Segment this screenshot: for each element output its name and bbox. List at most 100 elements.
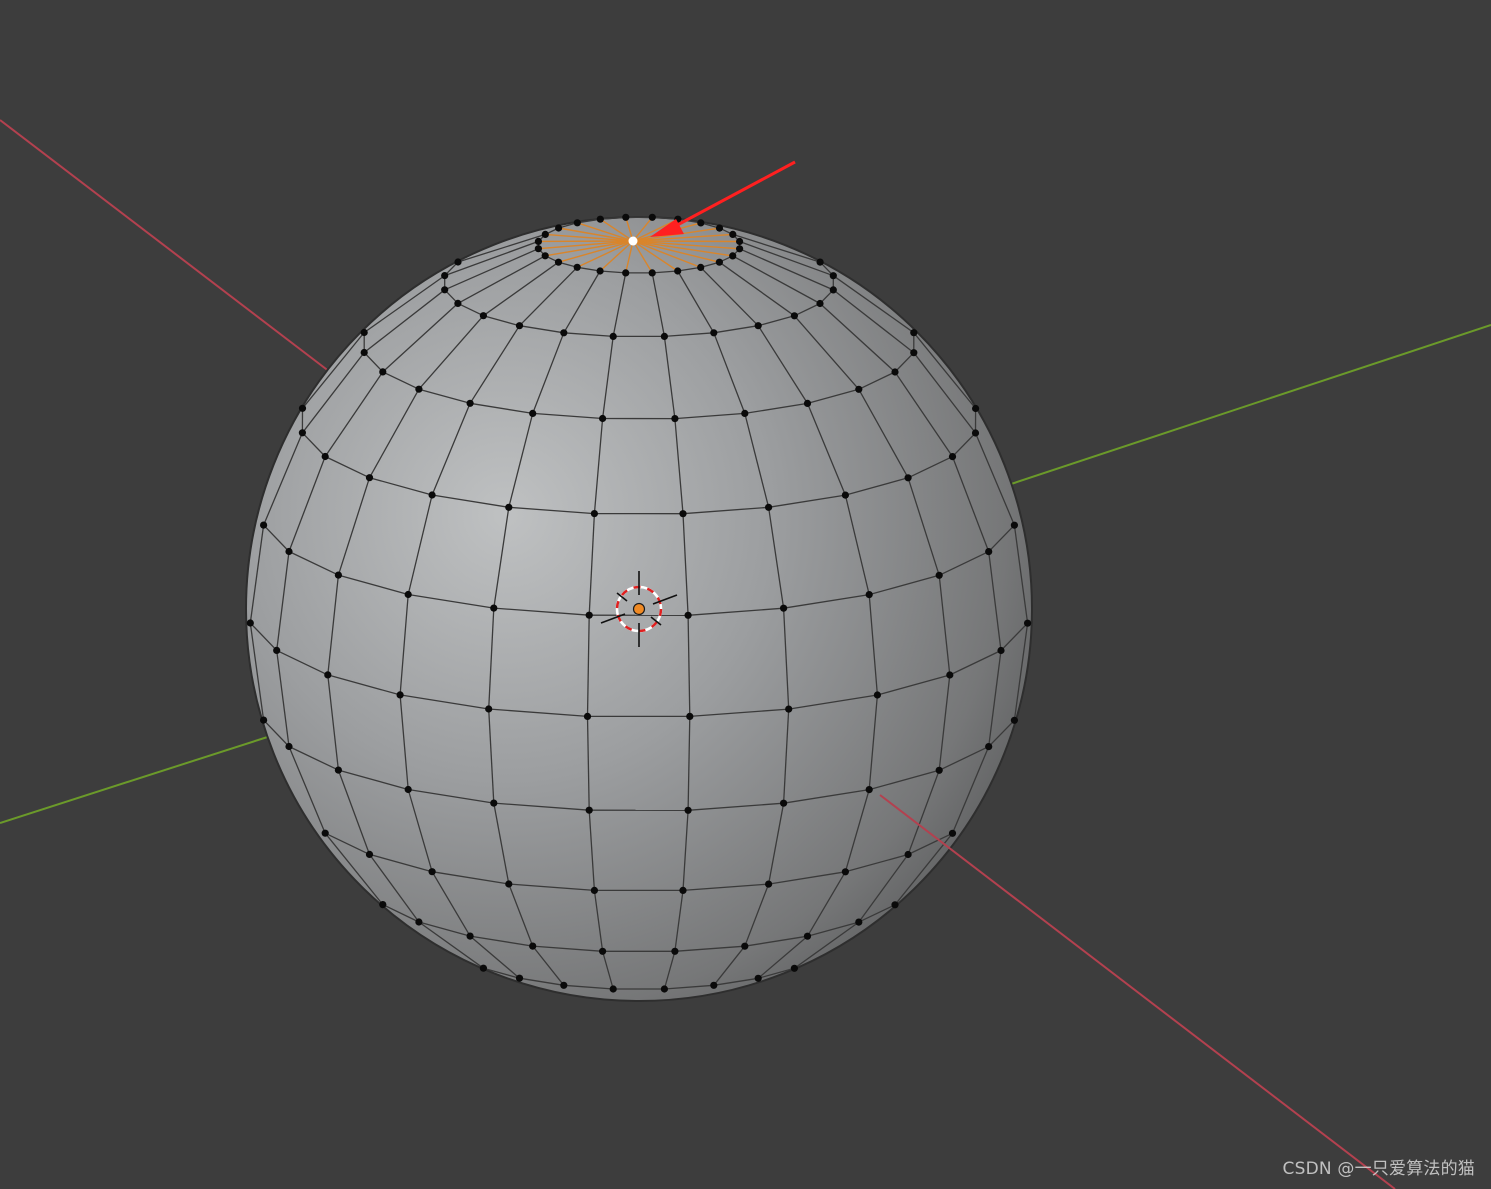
mesh-vertex[interactable] bbox=[1010, 716, 1019, 724]
mesh-vertex[interactable] bbox=[573, 219, 581, 227]
mesh-vertex[interactable] bbox=[590, 509, 599, 518]
mesh-vertex[interactable] bbox=[534, 245, 543, 253]
mesh-vertex[interactable] bbox=[648, 213, 656, 221]
selected-vertex[interactable] bbox=[628, 236, 638, 246]
mesh-vertex[interactable] bbox=[596, 267, 604, 275]
mesh-vertex[interactable] bbox=[754, 322, 762, 330]
mesh-vertex[interactable] bbox=[324, 671, 332, 679]
mesh-vertex[interactable] bbox=[816, 299, 824, 308]
mesh-vertex[interactable] bbox=[622, 269, 630, 277]
mesh-vertex[interactable] bbox=[948, 829, 957, 837]
mesh-vertex[interactable] bbox=[891, 901, 899, 909]
mesh-vertex[interactable] bbox=[622, 213, 630, 221]
mesh-vertex[interactable] bbox=[599, 947, 607, 955]
mesh-vertex[interactable] bbox=[555, 224, 563, 232]
mesh-vertex[interactable] bbox=[679, 886, 687, 895]
mesh-vertex[interactable] bbox=[273, 646, 281, 655]
mesh-vertex[interactable] bbox=[479, 964, 487, 972]
mesh-vertex[interactable] bbox=[946, 671, 954, 679]
mesh-vertex[interactable] bbox=[298, 404, 307, 412]
mesh-vertex[interactable] bbox=[765, 503, 773, 511]
mesh-vertex[interactable] bbox=[841, 868, 850, 876]
mesh-vertex[interactable] bbox=[865, 786, 873, 794]
mesh-vertex[interactable] bbox=[609, 985, 617, 993]
mesh-vertex[interactable] bbox=[855, 918, 863, 926]
mesh-vertex[interactable] bbox=[428, 491, 436, 499]
mesh-vertex[interactable] bbox=[785, 705, 793, 713]
mesh-vertex[interactable] bbox=[585, 611, 593, 619]
mesh-vertex[interactable] bbox=[596, 215, 604, 223]
mesh-vertex[interactable] bbox=[904, 474, 912, 482]
mesh-vertex[interactable] bbox=[505, 503, 513, 511]
mesh-vertex[interactable] bbox=[334, 766, 342, 774]
mesh-vertex[interactable] bbox=[590, 886, 599, 895]
mesh-vertex[interactable] bbox=[1010, 521, 1019, 529]
mesh-vertex[interactable] bbox=[490, 604, 498, 612]
mesh-vertex[interactable] bbox=[260, 716, 268, 724]
mesh-vertex[interactable] bbox=[765, 880, 773, 888]
mesh-vertex[interactable] bbox=[754, 974, 762, 982]
mesh-vertex[interactable] bbox=[671, 947, 679, 955]
mesh-vertex[interactable] bbox=[910, 349, 918, 357]
mesh-vertex[interactable] bbox=[816, 258, 824, 266]
mesh-vertex[interactable] bbox=[997, 646, 1005, 655]
mesh-vertex[interactable] bbox=[736, 237, 744, 246]
mesh-vertex[interactable] bbox=[904, 850, 912, 859]
mesh-vertex[interactable] bbox=[321, 829, 329, 837]
mesh-vertex[interactable] bbox=[697, 219, 705, 227]
mesh-vertex[interactable] bbox=[379, 901, 387, 909]
mesh-vertex[interactable] bbox=[260, 521, 268, 529]
mesh-vertex[interactable] bbox=[485, 705, 493, 713]
mesh-vertex[interactable] bbox=[729, 230, 737, 238]
mesh-vertex[interactable] bbox=[660, 332, 669, 340]
mesh-vertex[interactable] bbox=[855, 385, 863, 393]
mesh-vertex[interactable] bbox=[298, 429, 306, 437]
mesh-vertex[interactable] bbox=[285, 547, 293, 556]
mesh-vertex[interactable] bbox=[729, 252, 737, 260]
mesh-vertex[interactable] bbox=[505, 880, 513, 888]
mesh-vertex[interactable] bbox=[741, 942, 749, 950]
mesh-vertex[interactable] bbox=[365, 850, 374, 859]
mesh-vertex[interactable] bbox=[609, 332, 617, 340]
mesh-vertex[interactable] bbox=[379, 368, 387, 376]
mesh-vertex[interactable] bbox=[454, 299, 462, 307]
mesh-vertex[interactable] bbox=[490, 799, 498, 807]
mesh-vertex[interactable] bbox=[560, 981, 568, 989]
mesh-vertex[interactable] bbox=[599, 414, 607, 423]
mesh-vertex[interactable] bbox=[560, 329, 568, 337]
mesh-vertex[interactable] bbox=[679, 510, 687, 518]
mesh-vertex[interactable] bbox=[790, 312, 799, 320]
mesh-vertex[interactable] bbox=[803, 932, 812, 940]
mesh-vertex[interactable] bbox=[780, 604, 788, 612]
mesh-vertex[interactable] bbox=[515, 322, 524, 330]
mesh-vertex[interactable] bbox=[710, 329, 718, 337]
mesh-vertex[interactable] bbox=[466, 399, 474, 407]
mesh-vertex[interactable] bbox=[454, 258, 462, 266]
viewport-scene[interactable] bbox=[0, 0, 1491, 1189]
mesh-vertex[interactable] bbox=[715, 258, 724, 266]
mesh-vertex[interactable] bbox=[479, 312, 487, 320]
mesh-vertex[interactable] bbox=[697, 263, 705, 271]
mesh-vertex[interactable] bbox=[360, 348, 368, 357]
mesh-vertex[interactable] bbox=[415, 385, 423, 393]
mesh-vertex[interactable] bbox=[985, 743, 993, 751]
mesh-vertex[interactable] bbox=[529, 942, 537, 950]
mesh-vertex[interactable] bbox=[910, 329, 918, 337]
mesh-vertex[interactable] bbox=[321, 452, 329, 461]
mesh-vertex[interactable] bbox=[829, 272, 837, 280]
mesh-vertex[interactable] bbox=[948, 453, 957, 461]
mesh-vertex[interactable] bbox=[365, 474, 374, 482]
mesh-vertex[interactable] bbox=[404, 785, 412, 794]
mesh-vertex[interactable] bbox=[415, 918, 423, 926]
mesh-vertex[interactable] bbox=[935, 571, 943, 579]
mesh-vertex[interactable] bbox=[790, 964, 799, 972]
mesh-vertex[interactable] bbox=[865, 591, 873, 599]
mesh-vertex[interactable] bbox=[441, 272, 449, 280]
mesh-vertex[interactable] bbox=[715, 224, 724, 232]
mesh-vertex[interactable] bbox=[285, 742, 293, 751]
mesh-vertex[interactable] bbox=[441, 286, 449, 294]
mesh-vertex[interactable] bbox=[829, 286, 837, 294]
mesh-vertex[interactable] bbox=[583, 712, 592, 721]
mesh-vertex[interactable] bbox=[360, 328, 368, 337]
mesh-vertex[interactable] bbox=[684, 806, 692, 814]
